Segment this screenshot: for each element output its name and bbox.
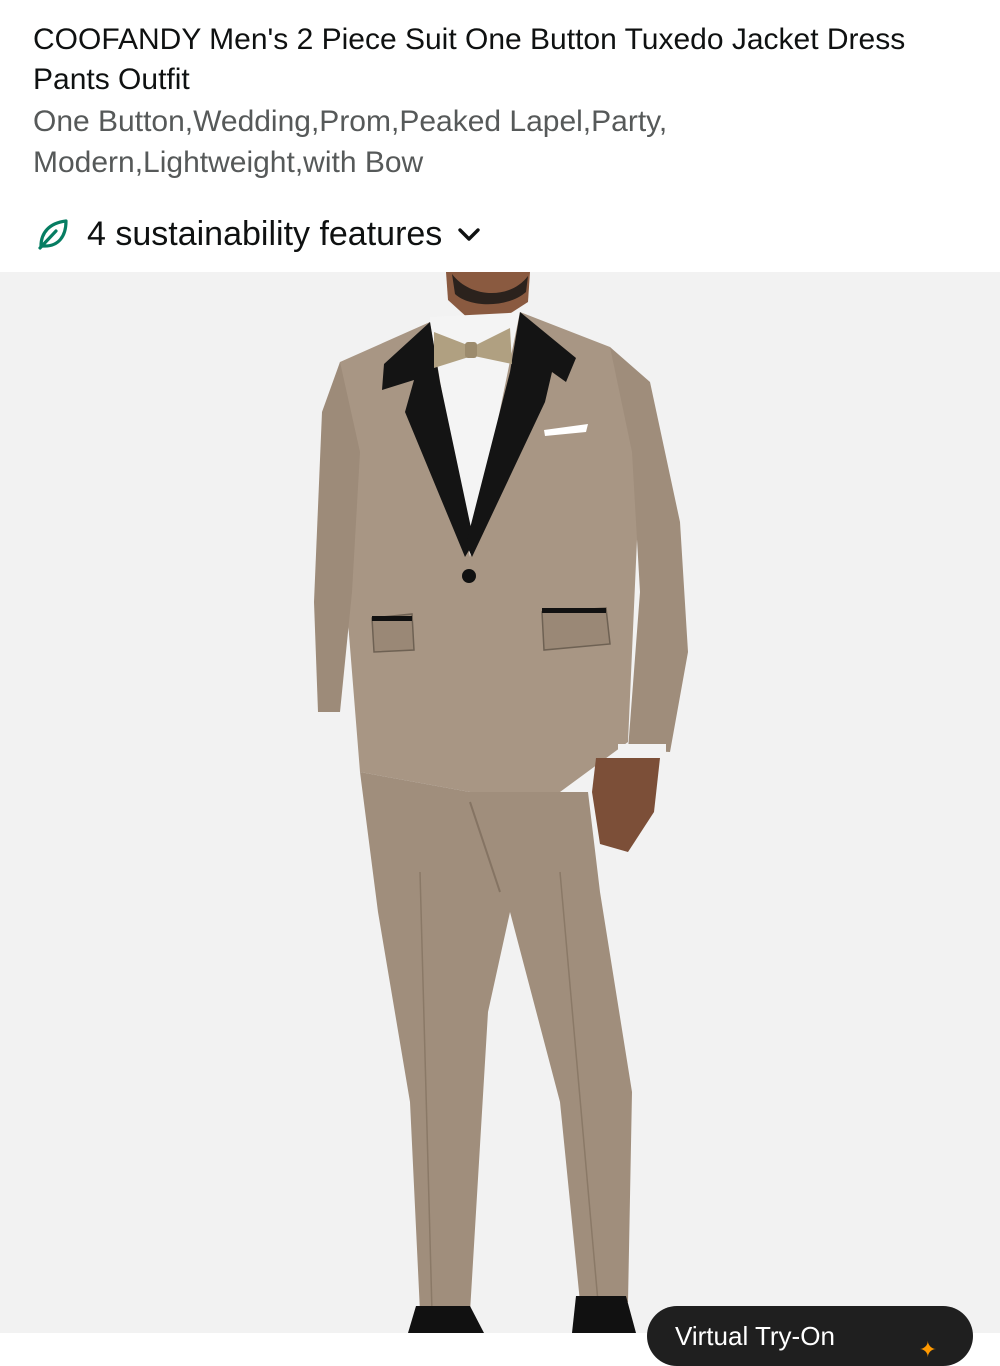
sparkle-icon: ✦ (918, 1337, 937, 1362)
product-header: COOFANDY Men's 2 Piece Suit One Button T… (0, 0, 1000, 272)
product-subtitle: One Button,Wedding,Prom,Peaked Lapel,Par… (33, 105, 668, 179)
virtual-try-on-button[interactable]: Virtual Try-On ✦ (647, 1306, 973, 1366)
chevron-down-icon (456, 220, 484, 248)
suit-model-illustration (314, 272, 688, 1333)
sustainability-features-label: 4 sustainability features (87, 215, 443, 253)
product-image[interactable] (0, 272, 1000, 1333)
virtual-try-on-label: Virtual Try-On (675, 1321, 835, 1351)
leaf-icon (33, 214, 73, 254)
sustainability-features-toggle[interactable]: 4 sustainability features (33, 208, 484, 260)
product-title: COOFANDY Men's 2 Piece Suit One Button T… (33, 23, 906, 96)
